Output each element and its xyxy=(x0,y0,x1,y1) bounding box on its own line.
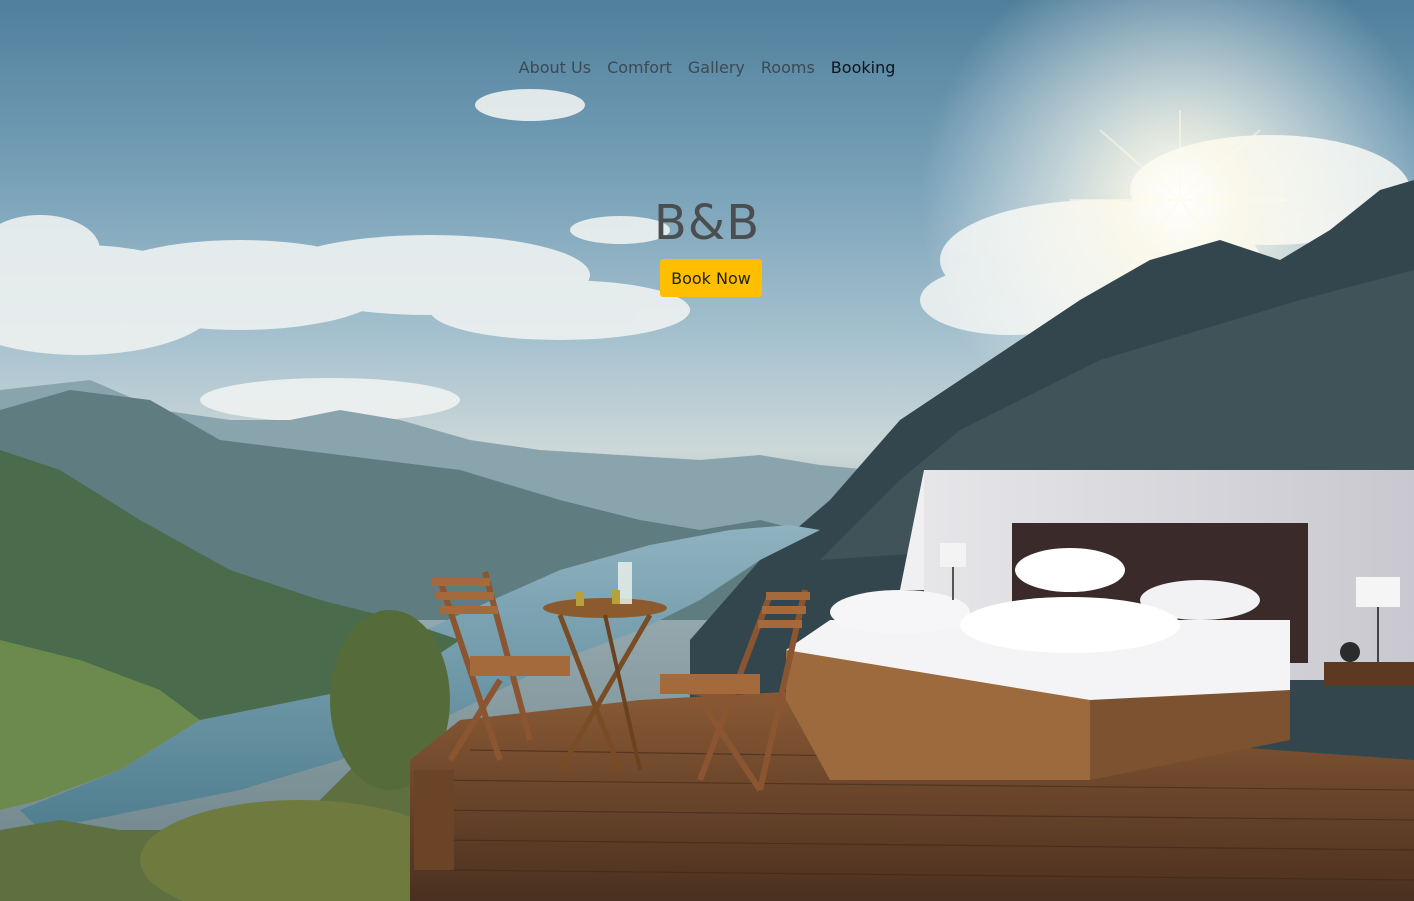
hero-section: About Us Comfort Gallery Rooms Booking B… xyxy=(0,0,1414,901)
nav-item-booking[interactable]: Booking xyxy=(823,58,904,78)
nav-item-comfort[interactable]: Comfort xyxy=(599,58,680,78)
book-now-button[interactable]: Book Now xyxy=(660,259,762,297)
hero-title: B&B xyxy=(653,195,761,251)
hero-background-image xyxy=(0,0,1414,901)
nav-item-about-us[interactable]: About Us xyxy=(511,58,599,78)
nav-item-gallery[interactable]: Gallery xyxy=(680,58,753,78)
main-nav: About Us Comfort Gallery Rooms Booking xyxy=(0,58,1414,78)
nav-item-rooms[interactable]: Rooms xyxy=(753,58,823,78)
